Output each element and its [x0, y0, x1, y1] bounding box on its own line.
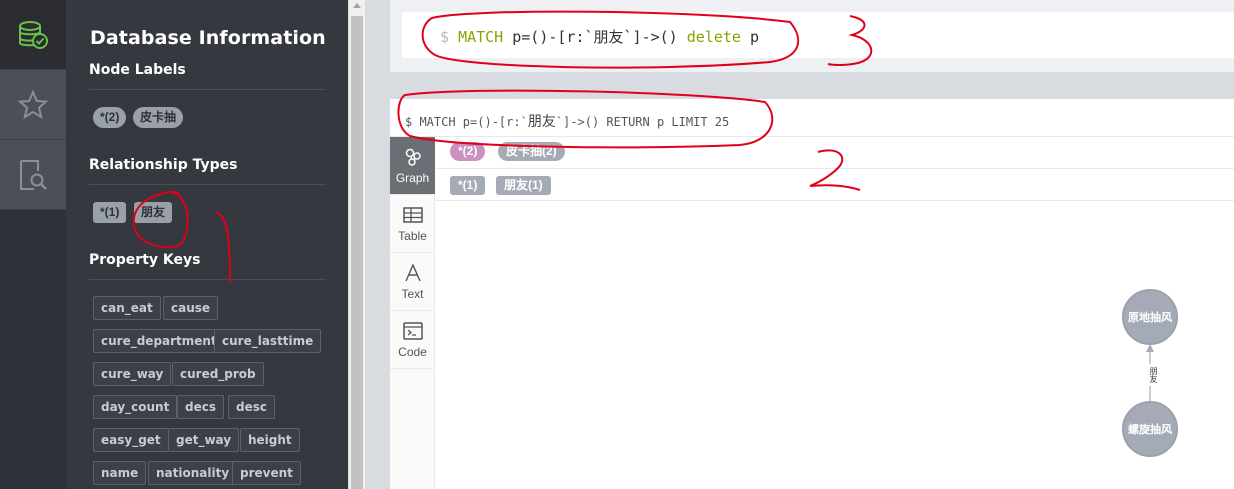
edge-arrowhead: [1146, 344, 1154, 352]
graph-node[interactable]: 螺旋抽风: [1122, 401, 1178, 457]
node-labels-title: Node Labels: [89, 62, 186, 78]
keyword-match: MATCH: [458, 28, 504, 46]
star-icon: [18, 89, 48, 119]
result-frame: $ MATCH p=()-[r:`朋友`]->() RETURN p LIMIT…: [390, 99, 1234, 489]
query-target: p: [740, 28, 759, 46]
query-text[interactable]: $ MATCH p=()-[r:`朋友`]->() delete p: [440, 26, 759, 47]
neo4j-browser: Database Information Node Labels *(2) 皮卡…: [0, 0, 1234, 489]
property-keys-title: Property Keys: [89, 252, 201, 268]
property-key[interactable]: cure_lasttime: [214, 329, 322, 353]
property-key[interactable]: desc: [228, 395, 275, 419]
property-key[interactable]: can_eat: [93, 296, 161, 320]
database-information-drawer: Database Information Node Labels *(2) 皮卡…: [66, 0, 348, 489]
drawer-title: Database Information: [90, 27, 326, 49]
relationship-types-title: Relationship Types: [89, 157, 238, 173]
property-key[interactable]: get_way: [168, 428, 240, 452]
property-key[interactable]: prevent: [232, 461, 301, 485]
query-editor[interactable]: $ MATCH p=()-[r:`朋友`]->() delete p: [402, 12, 1234, 58]
query-editor-frame: $ MATCH p=()-[r:`朋友`]->() delete p: [390, 0, 1234, 72]
property-key[interactable]: cure_way: [93, 362, 172, 386]
database-icon: [19, 20, 48, 49]
prompt-symbol: $: [440, 28, 450, 46]
relationship-type-friend[interactable]: 朋友: [134, 202, 173, 223]
node-label-pikachu[interactable]: 皮卡抽: [133, 107, 184, 128]
result-stream: $ MATCH p=()-[r:`朋友`]->() delete p $ MAT…: [365, 0, 1234, 489]
scroll-up-icon[interactable]: [353, 3, 361, 8]
property-key[interactable]: easy_get: [93, 428, 169, 452]
icon-rail: [0, 0, 66, 489]
relationship-type-all[interactable]: *(1): [93, 202, 127, 223]
property-key[interactable]: name: [93, 461, 147, 485]
document-search-icon: [20, 159, 47, 190]
documents-tab[interactable]: [0, 140, 66, 210]
relationship-label[interactable]: 朋友: [1143, 367, 1158, 383]
property-key[interactable]: day_count: [93, 395, 178, 419]
divider: [89, 89, 326, 90]
property-key[interactable]: cause: [163, 296, 219, 320]
query-pattern: p=()-[r:`朋友`]->(): [503, 28, 687, 46]
graph-edges: [1142, 344, 1158, 402]
drawer-scrollbar[interactable]: [348, 0, 365, 489]
graph-node[interactable]: 原地抽风: [1122, 289, 1178, 345]
database-tab[interactable]: [0, 0, 66, 70]
favorites-tab[interactable]: [0, 70, 66, 140]
keyword-delete: delete: [686, 28, 741, 46]
property-key[interactable]: cure_department: [93, 329, 225, 353]
node-label-all[interactable]: *(2): [93, 107, 127, 128]
divider: [89, 184, 326, 185]
scrollbar-thumb[interactable]: [351, 16, 363, 489]
property-key[interactable]: decs: [177, 395, 224, 419]
divider: [89, 279, 326, 280]
property-key[interactable]: height: [240, 428, 300, 452]
property-key[interactable]: cured_prob: [172, 362, 264, 386]
property-key[interactable]: nationality: [148, 461, 238, 485]
